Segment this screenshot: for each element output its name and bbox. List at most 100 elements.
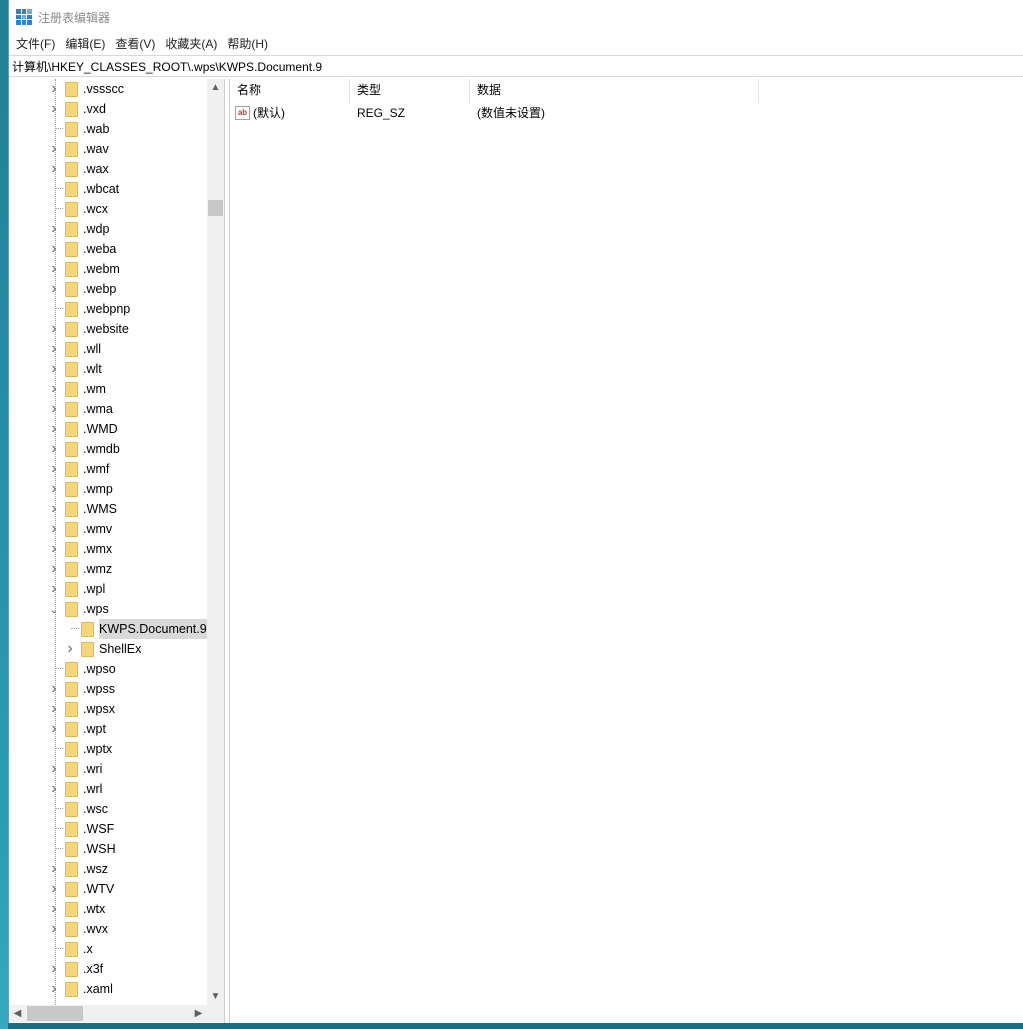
- chevron-right-icon[interactable]: ›: [47, 279, 61, 299]
- chevron-right-icon[interactable]: ›: [47, 699, 61, 719]
- tree-node[interactable]: ⌄ .wps: [9, 599, 207, 619]
- scroll-right-icon[interactable]: ▶: [190, 1005, 207, 1022]
- scroll-down-icon[interactable]: ▼: [207, 988, 224, 1005]
- menu-file[interactable]: 文件(F): [11, 34, 60, 54]
- tree-node[interactable]: › .wdp: [9, 219, 207, 239]
- chevron-right-icon[interactable]: ›: [47, 959, 61, 979]
- chevron-right-icon[interactable]: ›: [47, 499, 61, 519]
- tree-node[interactable]: › ShellEx: [9, 639, 207, 659]
- chevron-right-icon[interactable]: ›: [47, 479, 61, 499]
- value-row[interactable]: ab (默认) REG_SZ (数值未设置): [230, 103, 790, 123]
- chevron-right-icon[interactable]: ›: [47, 859, 61, 879]
- chevron-right-icon[interactable]: ›: [47, 559, 61, 579]
- chevron-right-icon[interactable]: ›: [47, 99, 61, 119]
- column-header-type[interactable]: 类型: [350, 79, 470, 103]
- tree-node[interactable]: › .website: [9, 319, 207, 339]
- tree-node[interactable]: › .xaml: [9, 979, 207, 999]
- tree-node[interactable]: .wsc: [9, 799, 207, 819]
- tree-node[interactable]: .WSH: [9, 839, 207, 859]
- tree-node[interactable]: .x: [9, 939, 207, 959]
- address-path[interactable]: 计算机\HKEY_CLASSES_ROOT\.wps\KWPS.Document…: [12, 58, 322, 75]
- chevron-right-icon[interactable]: ›: [47, 719, 61, 739]
- tree-node[interactable]: › .WMD: [9, 419, 207, 439]
- column-header-name[interactable]: 名称: [230, 79, 350, 103]
- tree-node[interactable]: .WSF: [9, 819, 207, 839]
- chevron-right-icon[interactable]: ›: [47, 139, 61, 159]
- tree-node[interactable]: › .WTV: [9, 879, 207, 899]
- tree-node[interactable]: › .webp: [9, 279, 207, 299]
- tree-node[interactable]: › .wmdb: [9, 439, 207, 459]
- tree-node[interactable]: › .wll: [9, 339, 207, 359]
- tree-node[interactable]: › .wrl: [9, 779, 207, 799]
- tree-node[interactable]: › .webm: [9, 259, 207, 279]
- chevron-right-icon[interactable]: ›: [47, 899, 61, 919]
- scroll-thumb[interactable]: [208, 200, 223, 216]
- chevron-right-icon[interactable]: ›: [47, 159, 61, 179]
- horizontal-scroll-thumb[interactable]: [27, 1006, 83, 1021]
- chevron-right-icon[interactable]: ›: [47, 439, 61, 459]
- scroll-up-icon[interactable]: ▲: [207, 79, 224, 96]
- chevron-right-icon[interactable]: ›: [47, 259, 61, 279]
- chevron-right-icon[interactable]: ›: [47, 919, 61, 939]
- tree-node[interactable]: .wptx: [9, 739, 207, 759]
- tree-node[interactable]: › .wpt: [9, 719, 207, 739]
- tree-node[interactable]: KWPS.Document.9: [9, 619, 207, 639]
- tree-node[interactable]: › .weba: [9, 239, 207, 259]
- chevron-right-icon[interactable]: ›: [63, 639, 77, 659]
- tree-node[interactable]: › .wvx: [9, 919, 207, 939]
- chevron-right-icon[interactable]: ›: [47, 779, 61, 799]
- chevron-down-icon[interactable]: ⌄: [47, 599, 61, 619]
- chevron-right-icon[interactable]: ›: [47, 879, 61, 899]
- menu-help[interactable]: 帮助(H): [222, 34, 273, 54]
- scroll-left-icon[interactable]: ◀: [9, 1005, 26, 1022]
- chevron-right-icon[interactable]: ›: [47, 579, 61, 599]
- title-bar[interactable]: 注册表编辑器: [9, 0, 1023, 34]
- tree-node[interactable]: › .wmp: [9, 479, 207, 499]
- tree-node[interactable]: › .wav: [9, 139, 207, 159]
- tree-node[interactable]: › .wsz: [9, 859, 207, 879]
- tree-node[interactable]: › .wmx: [9, 539, 207, 559]
- address-bar[interactable]: 计算机\HKEY_CLASSES_ROOT\.wps\KWPS.Document…: [9, 55, 1023, 77]
- chevron-right-icon[interactable]: ›: [47, 239, 61, 259]
- tree-node[interactable]: › .wpsx: [9, 699, 207, 719]
- menu-edit[interactable]: 编辑(E): [60, 34, 110, 54]
- tree-node[interactable]: › .vxd: [9, 99, 207, 119]
- tree-node[interactable]: › .WMS: [9, 499, 207, 519]
- chevron-right-icon[interactable]: ›: [47, 759, 61, 779]
- tree-node[interactable]: › .wm: [9, 379, 207, 399]
- chevron-right-icon[interactable]: ›: [47, 319, 61, 339]
- menu-view[interactable]: 查看(V): [110, 34, 160, 54]
- tree-node[interactable]: › .wma: [9, 399, 207, 419]
- chevron-right-icon[interactable]: ›: [47, 79, 61, 99]
- tree-node[interactable]: .wab: [9, 119, 207, 139]
- tree-node[interactable]: .wcx: [9, 199, 207, 219]
- chevron-right-icon[interactable]: ›: [47, 339, 61, 359]
- tree-horizontal-scrollbar[interactable]: ◀ ▶: [9, 1005, 224, 1022]
- tree-node[interactable]: › .wri: [9, 759, 207, 779]
- tree-node[interactable]: .wbcat: [9, 179, 207, 199]
- tree-node[interactable]: › .wmf: [9, 459, 207, 479]
- chevron-right-icon[interactable]: ›: [47, 679, 61, 699]
- tree-node[interactable]: .wpso: [9, 659, 207, 679]
- tree-node[interactable]: › .wpss: [9, 679, 207, 699]
- chevron-right-icon[interactable]: ›: [47, 359, 61, 379]
- tree-node[interactable]: › .wlt: [9, 359, 207, 379]
- tree-node[interactable]: › .wmv: [9, 519, 207, 539]
- tree-node[interactable]: .webpnp: [9, 299, 207, 319]
- chevron-right-icon[interactable]: ›: [47, 459, 61, 479]
- column-header-data[interactable]: 数据: [470, 79, 759, 103]
- chevron-right-icon[interactable]: ›: [47, 539, 61, 559]
- chevron-right-icon[interactable]: ›: [47, 519, 61, 539]
- tree-node[interactable]: › .wax: [9, 159, 207, 179]
- chevron-right-icon[interactable]: ›: [47, 399, 61, 419]
- chevron-right-icon[interactable]: ›: [47, 219, 61, 239]
- tree-vertical-scrollbar[interactable]: ▲ ▼: [207, 79, 224, 1005]
- chevron-right-icon[interactable]: ›: [47, 979, 61, 999]
- chevron-right-icon[interactable]: ›: [47, 379, 61, 399]
- menu-favorites[interactable]: 收藏夹(A): [160, 34, 222, 54]
- tree-node[interactable]: › .vssscc: [9, 79, 207, 99]
- tree-node[interactable]: › .wpl: [9, 579, 207, 599]
- chevron-right-icon[interactable]: ›: [47, 419, 61, 439]
- tree-node[interactable]: › .wmz: [9, 559, 207, 579]
- tree-node[interactable]: › .x3f: [9, 959, 207, 979]
